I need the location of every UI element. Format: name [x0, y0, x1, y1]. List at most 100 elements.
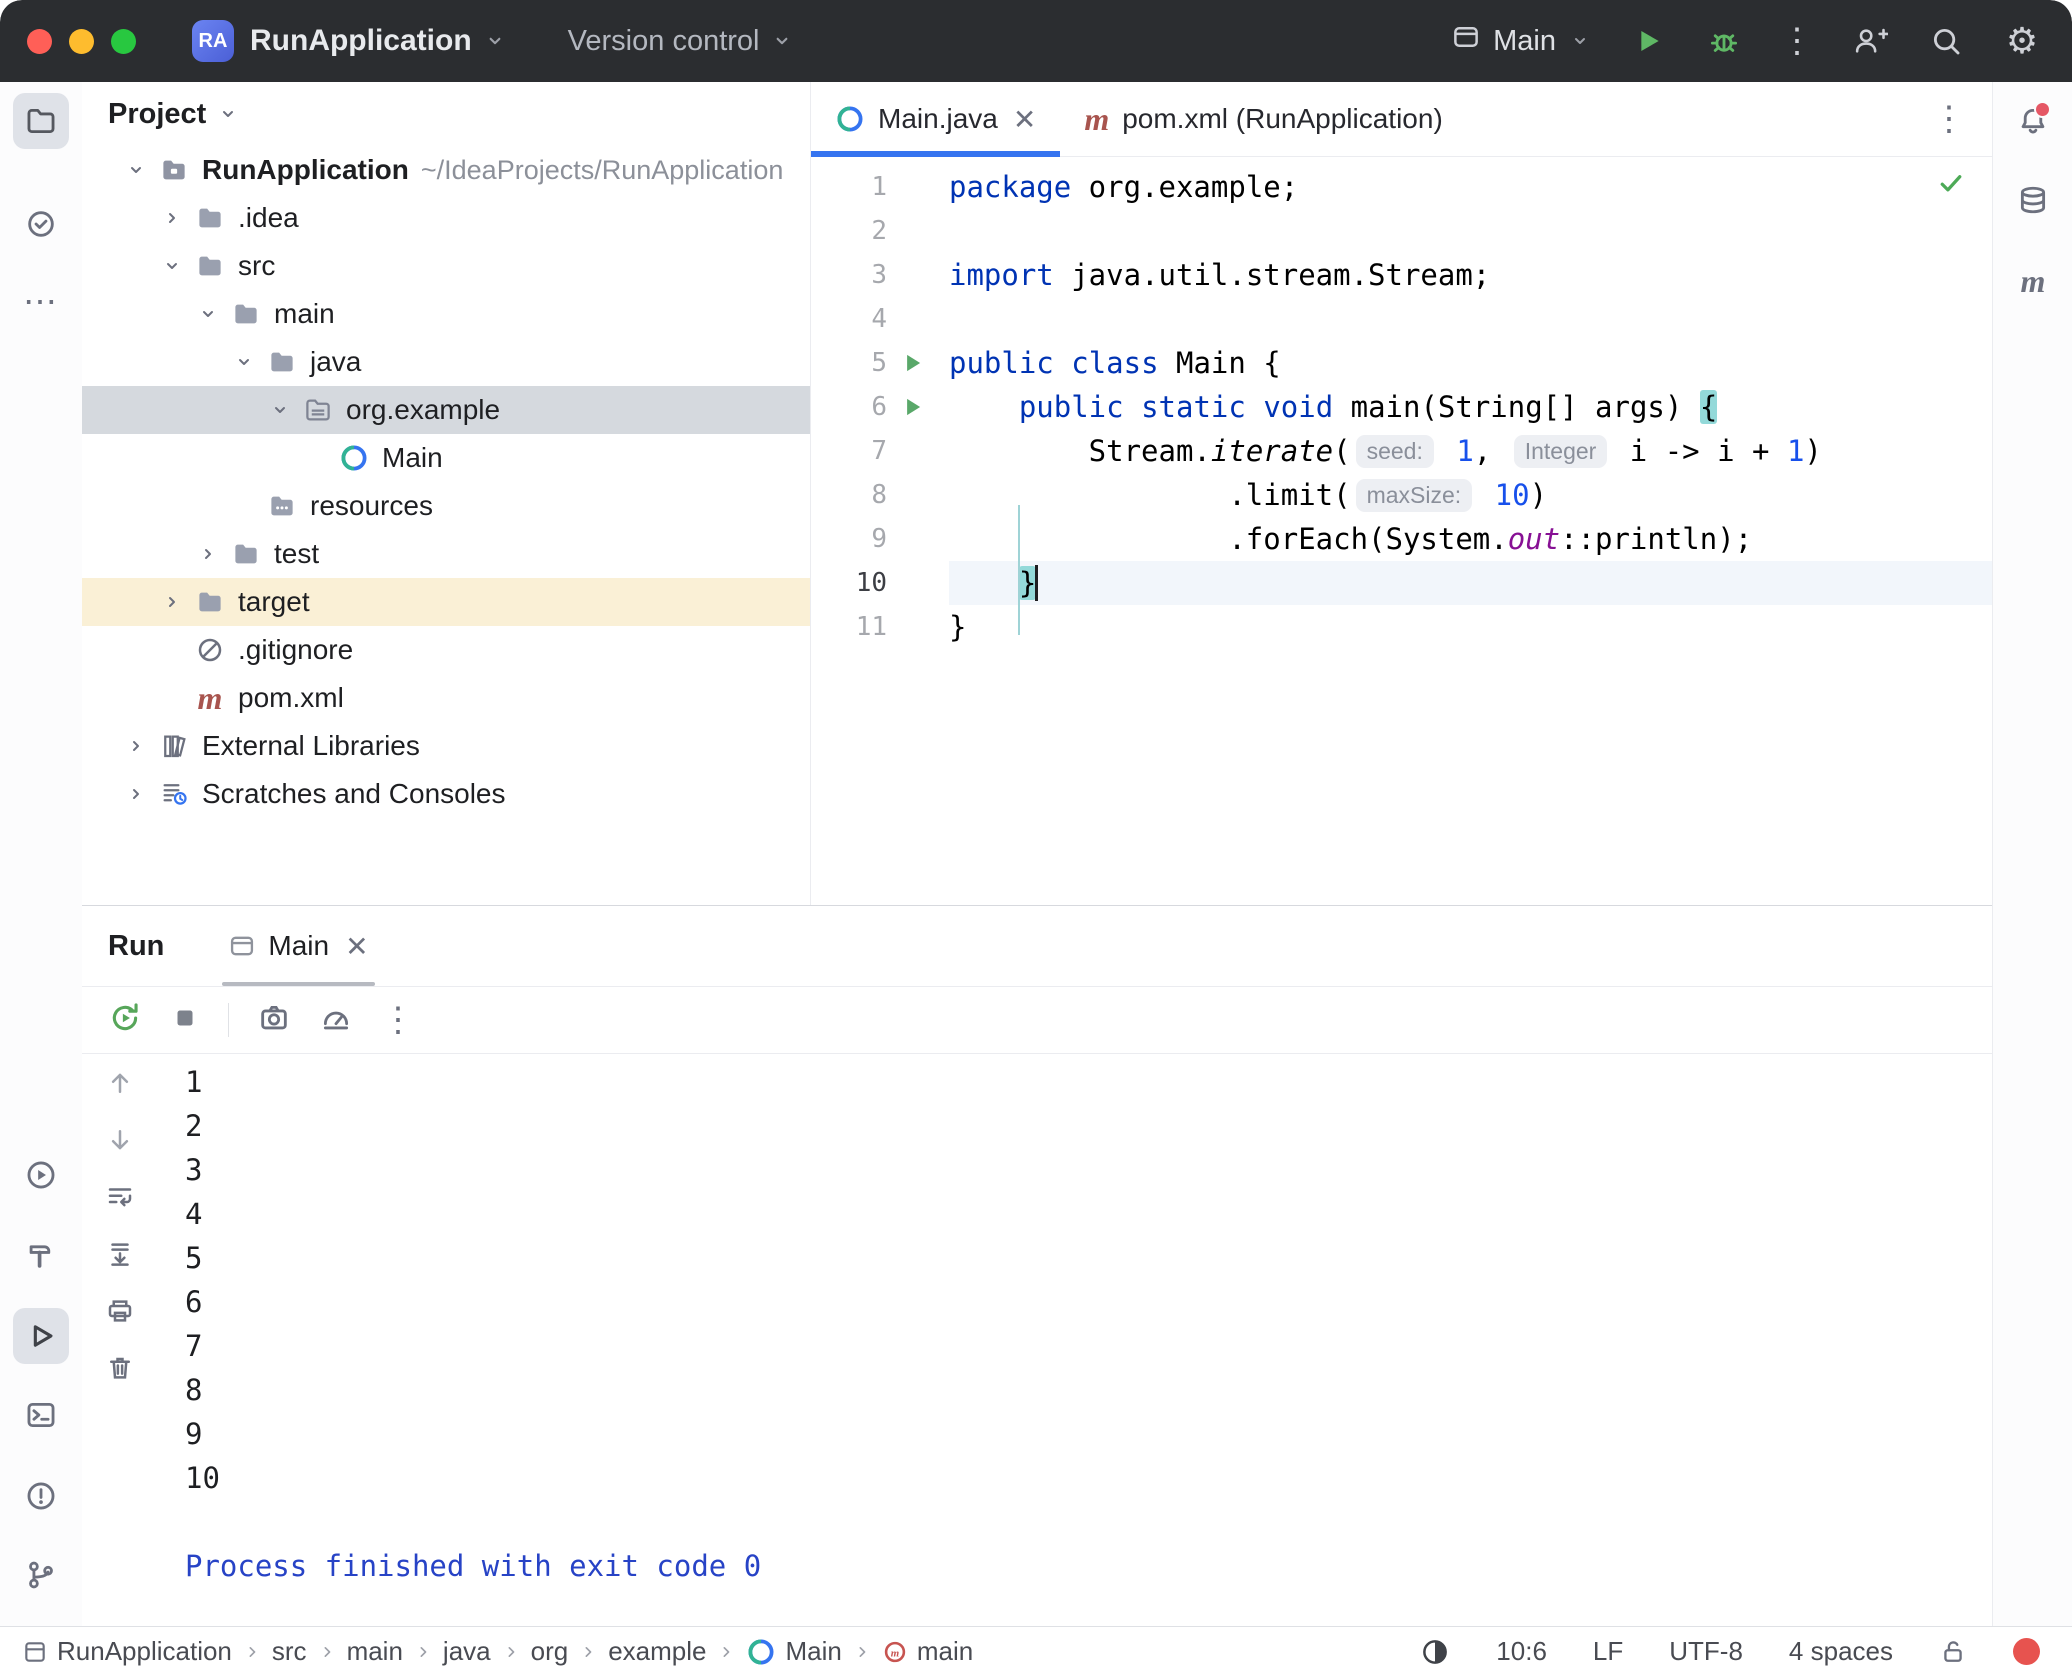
line-separator-widget[interactable]: LF [1593, 1636, 1623, 1667]
tree-item-idea[interactable]: .idea [82, 194, 810, 242]
console-output[interactable]: 12345678910 Process finished with exit c… [185, 1060, 1972, 1626]
contrast-icon[interactable] [1420, 1637, 1450, 1667]
inspections-ok-icon[interactable] [1936, 168, 1966, 203]
chevron-down-icon[interactable] [260, 398, 300, 422]
code-line-9[interactable]: 9 .forEach(System.out::println); [811, 517, 1992, 561]
scroll-to-end-button[interactable] [105, 1239, 135, 1274]
close-window-button[interactable] [27, 29, 52, 54]
tree-item-main[interactable]: Main [82, 434, 810, 482]
tree-item-org-example[interactable]: org.example [82, 386, 810, 434]
stop-button[interactable] [170, 1003, 200, 1038]
code-text[interactable]: import java.util.stream.Stream; [949, 253, 1992, 297]
chevron-right-icon[interactable] [152, 590, 192, 614]
code-line-6[interactable]: 6 public static void main(String[] args)… [811, 385, 1992, 429]
chevron-down-icon[interactable] [224, 350, 264, 374]
search-everywhere-button[interactable] [1926, 21, 1966, 61]
debug-button[interactable] [1704, 21, 1744, 61]
code-line-5[interactable]: 5public class Main { [811, 341, 1992, 385]
breadcrumb-item-main[interactable]: main [347, 1636, 403, 1667]
chevron-down-icon[interactable] [482, 28, 508, 54]
code-text[interactable]: } [949, 561, 1992, 605]
chevron-right-icon[interactable] [188, 542, 228, 566]
settings-gear-icon[interactable]: ⚙ [2002, 21, 2042, 61]
profiler-button[interactable] [319, 1001, 353, 1040]
code-line-11[interactable]: 11} [811, 605, 1992, 649]
tree-item-main[interactable]: main [82, 290, 810, 338]
run-more-options-button[interactable]: ⋮ [381, 1003, 415, 1037]
code-line-10[interactable]: 10 } [811, 561, 1992, 605]
run-line-icon[interactable] [887, 350, 937, 376]
gutter[interactable]: 7 [811, 429, 949, 473]
zoom-window-button[interactable] [111, 29, 136, 54]
run-button[interactable] [1628, 21, 1668, 61]
breadcrumb-item-main[interactable]: mmain [882, 1636, 973, 1667]
run-tab-main[interactable]: Main ✕ [228, 906, 368, 986]
minimize-window-button[interactable] [69, 29, 94, 54]
maven-tool-button[interactable]: m [2005, 253, 2061, 309]
more-actions-button[interactable]: ⋮ [1780, 24, 1814, 58]
breadcrumb-item-runapplication[interactable]: RunApplication [22, 1636, 232, 1667]
gutter[interactable]: 10 [811, 561, 949, 605]
project-tool-button[interactable] [13, 93, 69, 149]
prev-occurrence-button[interactable] [105, 1068, 135, 1103]
gutter[interactable]: 6 [811, 385, 949, 429]
chevron-down-icon[interactable] [769, 28, 795, 54]
code-line-7[interactable]: 7 Stream.iterate(seed: 1, Integer i -> i… [811, 429, 1992, 473]
tree-item-scratches-and-consoles[interactable]: Scratches and Consoles [82, 770, 810, 818]
indent-size-widget[interactable]: 4 spaces [1789, 1636, 1893, 1667]
run-configuration-selector[interactable]: Main [1451, 22, 1592, 60]
caret-position-widget[interactable]: 10:6 [1496, 1636, 1547, 1667]
editor-options-button[interactable]: ⋮ [1932, 102, 1966, 136]
tree-item-runapplication[interactable]: RunApplication~/IdeaProjects/RunApplicat… [82, 146, 810, 194]
code-text[interactable]: } [949, 605, 1992, 649]
more-tool-windows-button[interactable]: ⋯ [13, 274, 69, 330]
tree-item-gitignore[interactable]: .gitignore [82, 626, 810, 674]
tree-item-target[interactable]: target [82, 578, 810, 626]
clear-console-button[interactable] [105, 1353, 135, 1388]
run-line-icon[interactable] [887, 394, 937, 420]
version-control-tool-button[interactable] [13, 1547, 69, 1603]
gutter[interactable]: 5 [811, 341, 949, 385]
rerun-button[interactable] [108, 1001, 142, 1040]
tree-item-external-libraries[interactable]: External Libraries [82, 722, 810, 770]
tree-item-test[interactable]: test [82, 530, 810, 578]
gutter[interactable]: 4 [811, 297, 949, 341]
code-text[interactable] [949, 209, 1992, 253]
project-menu[interactable]: RunApplication [250, 24, 472, 58]
notifications-button[interactable] [2005, 93, 2061, 149]
encoding-widget[interactable]: UTF-8 [1669, 1636, 1743, 1667]
gutter[interactable]: 11 [811, 605, 949, 649]
gutter[interactable]: 2 [811, 209, 949, 253]
print-button[interactable] [105, 1296, 135, 1331]
soft-wrap-button[interactable] [105, 1182, 135, 1217]
services-tool-button[interactable] [13, 1147, 69, 1203]
gutter[interactable]: 1 [811, 165, 949, 209]
tree-item-resources[interactable]: resources [82, 482, 810, 530]
code-line-4[interactable]: 4 [811, 297, 1992, 341]
code-editor[interactable]: 1package org.example;23import java.util.… [811, 157, 1992, 649]
terminal-tool-button[interactable] [13, 1387, 69, 1443]
chevron-right-icon[interactable] [116, 782, 156, 806]
code-line-8[interactable]: 8 .limit(maxSize: 10) [811, 473, 1992, 517]
code-text[interactable]: public static void main(String[] args) { [949, 385, 1992, 429]
breadcrumb-item-src[interactable]: src [272, 1636, 307, 1667]
run-tool-button[interactable] [13, 1308, 69, 1364]
thread-dump-button[interactable] [257, 1001, 291, 1040]
code-text[interactable]: .limit(maxSize: 10) [949, 473, 1992, 517]
code-line-1[interactable]: 1package org.example; [811, 165, 1992, 209]
gutter[interactable]: 3 [811, 253, 949, 297]
code-text[interactable]: package org.example; [949, 165, 1992, 209]
gutter[interactable]: 8 [811, 473, 949, 517]
chevron-right-icon[interactable] [116, 734, 156, 758]
close-icon[interactable]: ✕ [345, 930, 368, 963]
chevron-down-icon[interactable] [188, 302, 228, 326]
close-icon[interactable]: ✕ [1013, 103, 1036, 136]
tree-item-src[interactable]: src [82, 242, 810, 290]
breadcrumb-item-main[interactable]: Main [746, 1636, 841, 1667]
project-panel-header[interactable]: Project [82, 82, 810, 146]
editor-tab-main-java[interactable]: Main.java✕ [811, 82, 1060, 156]
database-tool-button[interactable] [2005, 172, 2061, 228]
next-occurrence-button[interactable] [105, 1125, 135, 1160]
commit-tool-button[interactable] [13, 196, 69, 252]
tree-item-java[interactable]: java [82, 338, 810, 386]
